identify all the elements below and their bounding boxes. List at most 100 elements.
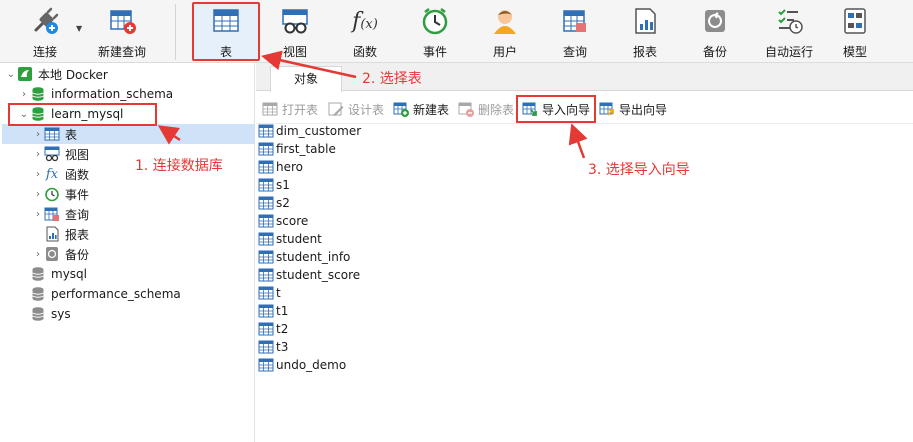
table-row[interactable]: t xyxy=(258,284,281,302)
expand-arrow-icon[interactable]: › xyxy=(32,169,44,180)
design-table-button[interactable]: 设计表 xyxy=(328,100,384,118)
table-name: student_info xyxy=(276,250,351,264)
open-table-label: 打开表 xyxy=(282,102,319,117)
table-row[interactable]: s2 xyxy=(258,194,290,212)
backup-label: 备份 xyxy=(702,45,727,59)
tree-node-label: 表 xyxy=(65,127,78,142)
dolphin-connection-icon xyxy=(17,66,33,82)
open-table-icon xyxy=(262,101,278,117)
connect-dropdown-icon[interactable]: ▼ xyxy=(76,24,82,33)
function-icon: f(x) xyxy=(352,8,378,34)
table-row[interactable]: student_info xyxy=(258,248,350,266)
table-name: t xyxy=(276,286,281,300)
table-label: 表 xyxy=(219,45,232,59)
table-icon xyxy=(258,124,274,138)
expand-arrow-icon[interactable]: › xyxy=(32,249,44,260)
user-button[interactable]: 用户 xyxy=(480,0,530,63)
expand-arrow-icon[interactable]: › xyxy=(32,129,44,140)
function-icon: fx xyxy=(45,166,59,182)
delete-table-label: 删除表 xyxy=(478,102,515,117)
table-name: dim_customer xyxy=(276,124,362,138)
model-button[interactable]: 模型 xyxy=(830,0,880,63)
expand-arrow-icon[interactable]: › xyxy=(32,149,44,160)
view-button[interactable]: 视图 xyxy=(270,0,320,63)
tree-node-views[interactable]: › 视图 xyxy=(32,144,89,164)
expand-arrow-icon[interactable]: › xyxy=(32,189,44,200)
tree-connection[interactable]: ⌄ 本地 Docker xyxy=(5,64,108,84)
tree-node-queries[interactable]: › 查询 xyxy=(32,204,89,224)
view-icon xyxy=(280,6,310,36)
tree-db-sys[interactable]: sys xyxy=(30,304,71,324)
table-row[interactable]: dim_customer xyxy=(258,122,361,140)
new-query-icon xyxy=(107,6,137,36)
open-table-button[interactable]: 打开表 xyxy=(262,100,318,118)
auto-run-button[interactable]: 自动运行 xyxy=(758,0,820,63)
tree-node-events[interactable]: › 事件 xyxy=(32,184,89,204)
report-label: 报表 xyxy=(632,45,657,59)
backup-icon xyxy=(700,6,730,36)
delete-table-button[interactable]: 删除表 xyxy=(458,100,514,118)
table-button[interactable]: 表 xyxy=(196,0,256,63)
table-row[interactable]: first_table xyxy=(258,140,336,158)
table-row[interactable]: student xyxy=(258,230,322,248)
query-button[interactable]: 查询 xyxy=(550,0,600,63)
backup-button[interactable]: 备份 xyxy=(690,0,740,63)
table-row[interactable]: s1 xyxy=(258,176,290,194)
tree-db-information-schema[interactable]: › information_schema xyxy=(18,84,173,104)
backup-icon xyxy=(44,246,60,262)
table-row[interactable]: score xyxy=(258,212,308,230)
table-list: dim_customer first_table hero s1 s2 scor… xyxy=(256,122,913,442)
database-icon xyxy=(30,306,46,322)
table-row[interactable]: student_score xyxy=(258,266,360,284)
database-icon xyxy=(30,106,46,122)
table-icon xyxy=(258,250,274,264)
tree-node-functions[interactable]: › fx 函数 xyxy=(32,164,89,184)
database-icon xyxy=(30,286,46,302)
table-row[interactable]: hero xyxy=(258,158,303,176)
query-icon xyxy=(44,206,60,222)
expand-arrow-icon[interactable]: › xyxy=(32,209,44,220)
tree-db-performance-schema[interactable]: performance_schema xyxy=(30,284,181,304)
function-button[interactable]: f(x) 函数 xyxy=(340,0,390,63)
tree-db-label: mysql xyxy=(51,267,87,281)
function-label: 函数 xyxy=(352,45,377,59)
model-icon xyxy=(840,6,870,36)
tab-objects[interactable]: 对象 xyxy=(270,66,342,92)
export-wizard-label: 导出向导 xyxy=(619,102,668,117)
tree-node-label: 备份 xyxy=(65,247,90,262)
navigation-tree: ⌄ 本地 Docker › information_schema ⌄ learn… xyxy=(0,63,255,442)
tree-node-reports[interactable]: 报表 xyxy=(44,224,89,244)
tree-db-learn-mysql[interactable]: ⌄ learn_mysql xyxy=(18,104,124,124)
new-query-button[interactable]: 新建查询 xyxy=(94,0,150,63)
main-toolbar: 连接 ▼ 新建查询 表 视图 f(x) 函数 事件 用户 查询 报表 备份 自动… xyxy=(0,0,913,63)
view-label: 视图 xyxy=(282,45,307,59)
annotation-step-2: 2. 选择表 xyxy=(362,71,422,87)
expand-arrow-icon[interactable]: › xyxy=(18,89,30,100)
table-row[interactable]: t3 xyxy=(258,338,288,356)
table-row[interactable]: t1 xyxy=(258,302,288,320)
tree-db-mysql[interactable]: mysql xyxy=(30,264,87,284)
new-table-button[interactable]: 新建表 xyxy=(393,100,449,118)
tree-connection-label: 本地 Docker xyxy=(38,67,108,82)
tab-bar: 对象 xyxy=(256,63,913,92)
new-table-label: 新建表 xyxy=(413,102,450,117)
clock-icon xyxy=(44,186,60,202)
table-name: t1 xyxy=(276,304,289,318)
export-wizard-button[interactable]: 导出向导 xyxy=(599,100,667,118)
expand-arrow-icon[interactable]: ⌄ xyxy=(18,109,30,120)
tree-node-tables[interactable]: › 表 xyxy=(32,124,77,144)
report-button[interactable]: 报表 xyxy=(620,0,670,63)
event-button[interactable]: 事件 xyxy=(410,0,460,63)
tree-node-backups[interactable]: › 备份 xyxy=(32,244,89,264)
event-label: 事件 xyxy=(422,45,447,59)
tree-node-label: 事件 xyxy=(65,187,90,202)
connect-button[interactable]: 连接 xyxy=(22,0,68,63)
table-icon xyxy=(258,340,274,354)
annotation-step-3: 3. 选择导入向导 xyxy=(588,162,690,178)
table-row[interactable]: undo_demo xyxy=(258,356,346,374)
tree-db-label: performance_schema xyxy=(51,287,181,301)
table-icon xyxy=(258,322,274,336)
table-row[interactable]: t2 xyxy=(258,320,288,338)
expand-arrow-icon[interactable]: ⌄ xyxy=(5,69,17,80)
table-icon xyxy=(44,126,60,142)
